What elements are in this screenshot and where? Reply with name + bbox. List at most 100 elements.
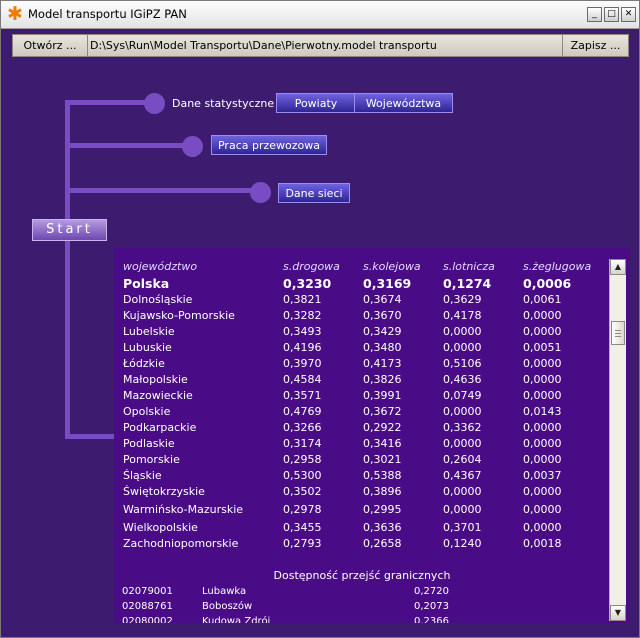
- value-cell: 0,0000: [443, 485, 482, 498]
- value-cell: 0,0000: [443, 503, 482, 516]
- table-row: Warmińsko-Mazurskie 0,2978 0,2995 0,0000 0,0…: [114, 503, 610, 519]
- region-name-cell: Podkarpackie: [123, 421, 197, 434]
- file-path-label: D:\Sys\Run\Model Transportu\Dane\Pierwot…: [90, 39, 437, 52]
- value-cell: 0,2658: [363, 537, 402, 550]
- value-cell: 0,0000: [523, 325, 562, 338]
- value-cell: 0,3480: [363, 341, 402, 354]
- region-name-cell: Dolnośląskie: [123, 293, 193, 306]
- table-row: Podkarpackie 0,3266 0,2922 0,3362 0,0000: [114, 421, 610, 437]
- value-cell: 0,4367: [443, 469, 482, 482]
- crossing-value-cell: 0,2720: [414, 586, 449, 597]
- value-cell: 0,3826: [363, 373, 402, 386]
- value-cell: 0,3455: [283, 521, 322, 534]
- value-cell: 0,0143: [523, 405, 562, 418]
- crossing-name-cell: Lubawka: [202, 586, 247, 597]
- value-cell: 0,3896: [363, 485, 402, 498]
- value-cell: 0,1240: [443, 537, 482, 550]
- column-header: województwo: [123, 260, 198, 273]
- region-name-cell: Łódzkie: [123, 357, 165, 370]
- value-cell: 0,0000: [523, 309, 562, 322]
- value-cell: 0,3629: [443, 293, 482, 306]
- value-cell: 0,0000: [523, 521, 562, 534]
- vertical-scrollbar[interactable]: ▲ ▼: [609, 259, 626, 621]
- region-name-cell: Lubuskie: [123, 341, 172, 354]
- table-row: Łódzkie 0,3970 0,4173 0,5106 0,0000: [114, 357, 610, 373]
- value-cell: 0,0000: [443, 341, 482, 354]
- table-row: Lubelskie 0,3493 0,3429 0,0000 0,0000: [114, 325, 610, 341]
- value-cell: 0,0061: [523, 293, 562, 306]
- list-item: 02080002 Kudowa Zdrój 0,2366: [114, 616, 610, 623]
- tree-branch-line: [65, 100, 151, 105]
- powiaty-button[interactable]: Powiaty: [276, 93, 356, 113]
- value-cell: 0,0000: [443, 325, 482, 338]
- maximize-button[interactable]: □: [604, 7, 619, 22]
- value-cell: 0,0051: [523, 341, 562, 354]
- minimize-button[interactable]: _: [587, 7, 602, 22]
- value-cell: 0,4769: [283, 405, 322, 418]
- value-cell: 0,3362: [443, 421, 482, 434]
- wojewodztwa-button[interactable]: Województwa: [354, 93, 453, 113]
- grip-line: [615, 330, 621, 331]
- region-name-cell: Zachodniopomorskie: [123, 537, 239, 550]
- table-row: Wielkopolskie 0,3455 0,3636 0,3701 0,0000: [114, 521, 610, 537]
- crossing-code-cell: 02080002: [122, 616, 173, 623]
- value-cell: 0,3174: [283, 437, 322, 450]
- value-cell: 0,2958: [283, 453, 322, 466]
- region-name-cell: Mazowieckie: [123, 389, 193, 402]
- open-button[interactable]: Otwórz ...: [13, 35, 88, 56]
- save-button[interactable]: Zapisz ...: [562, 35, 628, 56]
- tree-branch-line: [65, 434, 115, 439]
- close-button[interactable]: ✕: [621, 7, 636, 22]
- value-cell: 0,0000: [523, 437, 562, 450]
- value-cell: 0,0000: [523, 357, 562, 370]
- title-bar: ✱ Model transportu IGiPZ PAN _ □ ✕: [1, 1, 639, 29]
- praca-przewozowa-button[interactable]: Praca przewozowa: [211, 135, 327, 155]
- table-row: Polska 0,3230 0,3169 0,1274 0,0006: [114, 276, 610, 292]
- value-cell: 0,3230: [283, 276, 332, 291]
- value-cell: 0,4196: [283, 341, 322, 354]
- table-row: Śląskie 0,5300 0,5388 0,4367 0,0037: [114, 469, 610, 485]
- scroll-up-arrow-icon[interactable]: ▲: [610, 259, 626, 275]
- value-cell: 0,0018: [523, 537, 562, 550]
- value-cell: 0,3674: [363, 293, 402, 306]
- value-cell: 0,3493: [283, 325, 322, 338]
- region-name-cell: Kujawsko-Pomorskie: [123, 309, 235, 322]
- dane-sieci-button[interactable]: Dane sieci: [278, 183, 350, 203]
- crossing-name-cell: Boboszów: [202, 601, 253, 612]
- table-row: Zachodniopomorskie 0,2793 0,2658 0,1240 0,00…: [114, 537, 610, 553]
- grip-line: [615, 336, 621, 337]
- stat-data-label: Dane statystyczne: [172, 97, 275, 110]
- crossing-code-cell: 02088761: [122, 601, 173, 612]
- value-cell: 0,0006: [523, 276, 572, 291]
- value-cell: 0,3282: [283, 309, 322, 322]
- value-cell: 0,3502: [283, 485, 322, 498]
- column-header: s.drogowa: [283, 260, 340, 273]
- tree-trunk-line: [65, 100, 70, 439]
- value-cell: 0,4173: [363, 357, 402, 370]
- app-window: ✱ Model transportu IGiPZ PAN _ □ ✕ Otwór…: [0, 0, 640, 638]
- value-cell: 0,0000: [523, 503, 562, 516]
- start-button[interactable]: Start: [32, 219, 107, 241]
- value-cell: 0,0000: [523, 421, 562, 434]
- value-cell: 0,3821: [283, 293, 322, 306]
- table-row: Podlaskie 0,3174 0,3416 0,0000 0,0000: [114, 437, 610, 453]
- table-row: Mazowieckie 0,3571 0,3991 0,0749 0,0000: [114, 389, 610, 405]
- region-name-cell: Polska: [123, 276, 170, 291]
- table-row: Dolnośląskie 0,3821 0,3674 0,3629 0,0061: [114, 293, 610, 309]
- tree-branch-line: [65, 188, 261, 193]
- value-cell: 0,3266: [283, 421, 322, 434]
- value-cell: 0,2995: [363, 503, 402, 516]
- scroll-down-arrow-icon[interactable]: ▼: [610, 605, 626, 621]
- value-cell: 0,5106: [443, 357, 482, 370]
- region-name-cell: Opolskie: [123, 405, 171, 418]
- scroll-thumb[interactable]: [611, 321, 625, 345]
- value-cell: 0,2604: [443, 453, 482, 466]
- window-title: Model transportu IGiPZ PAN: [28, 7, 187, 21]
- crossing-code-cell: 02079001: [122, 586, 173, 597]
- asterisk-logo-icon: ✱: [7, 3, 23, 25]
- tree-branch-line: [65, 143, 187, 148]
- tree-node-stat: [144, 93, 165, 114]
- region-name-cell: Pomorskie: [123, 453, 180, 466]
- value-cell: 0,3636: [363, 521, 402, 534]
- value-cell: 0,4636: [443, 373, 482, 386]
